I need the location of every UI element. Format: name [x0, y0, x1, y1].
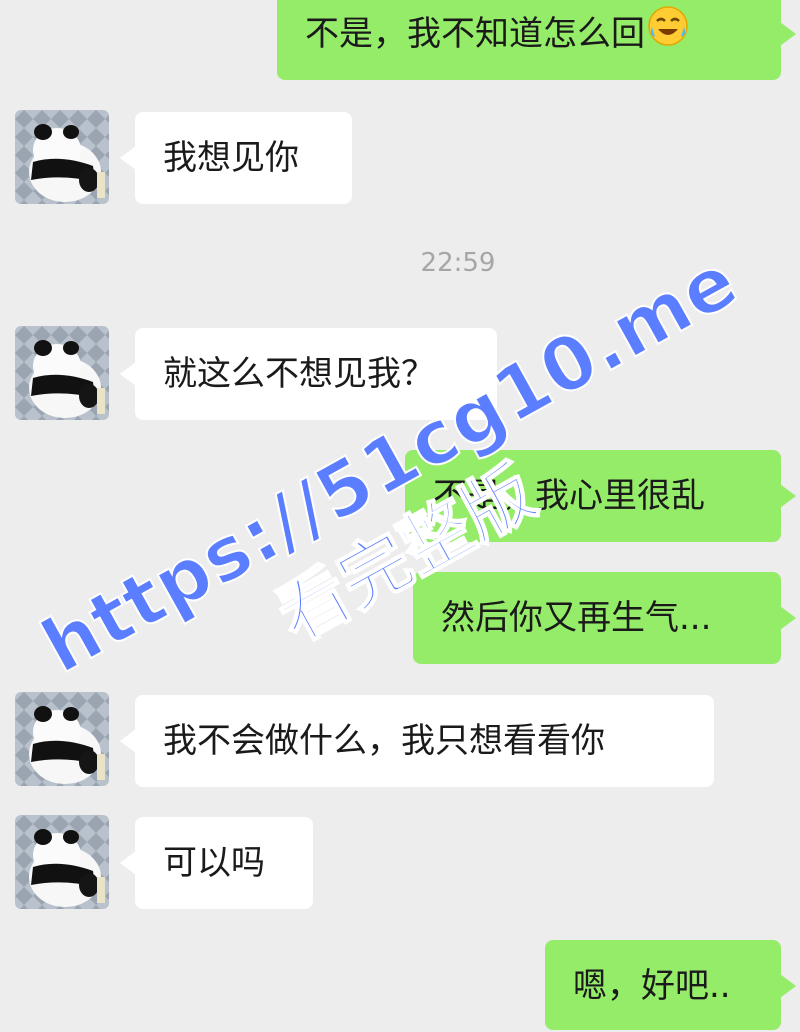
- message-text: 就这么不想见我？: [163, 354, 435, 394]
- message-bubble-outgoing[interactable]: 嗯，好吧..: [545, 940, 796, 1030]
- message-text: 我想见你: [163, 138, 299, 178]
- message-text: 可以吗: [163, 843, 265, 883]
- contact-avatar[interactable]: [15, 815, 109, 909]
- panda-avatar-icon: [15, 692, 109, 786]
- panda-avatar-icon: [15, 110, 109, 204]
- message-text: 不是，我心里很乱: [433, 476, 705, 516]
- message-text: 不是，我不知道怎么回: [305, 14, 645, 54]
- crying-laughing-emoji-icon: [647, 0, 689, 82]
- contact-avatar[interactable]: [15, 692, 109, 786]
- message-timestamp: 22:59: [420, 248, 496, 278]
- message-bubble-outgoing[interactable]: 不是，我心里很乱: [405, 450, 796, 542]
- panda-avatar-icon: [15, 326, 109, 420]
- message-bubble-incoming[interactable]: 可以吗: [120, 817, 313, 909]
- message-text: 然后你又再生气...: [441, 598, 712, 638]
- contact-avatar[interactable]: [15, 110, 109, 204]
- message-text: 我不会做什么，我只想看看你: [163, 721, 605, 761]
- message-bubble-outgoing[interactable]: 然后你又再生气...: [413, 572, 796, 664]
- message-text: 嗯，好吧..: [573, 966, 731, 1006]
- contact-avatar[interactable]: [15, 326, 109, 420]
- message-bubble-incoming[interactable]: 我不会做什么，我只想看看你: [120, 695, 714, 787]
- message-bubble-outgoing[interactable]: 不是，我不知道怎么回: [277, 0, 796, 82]
- message-bubble-incoming[interactable]: 就这么不想见我？: [120, 328, 497, 420]
- message-bubble-incoming[interactable]: 我想见你: [120, 112, 352, 204]
- chat-window: { "chat": { "timestamp": "22:59", "messa…: [0, 0, 800, 1030]
- panda-avatar-icon: [15, 815, 109, 909]
